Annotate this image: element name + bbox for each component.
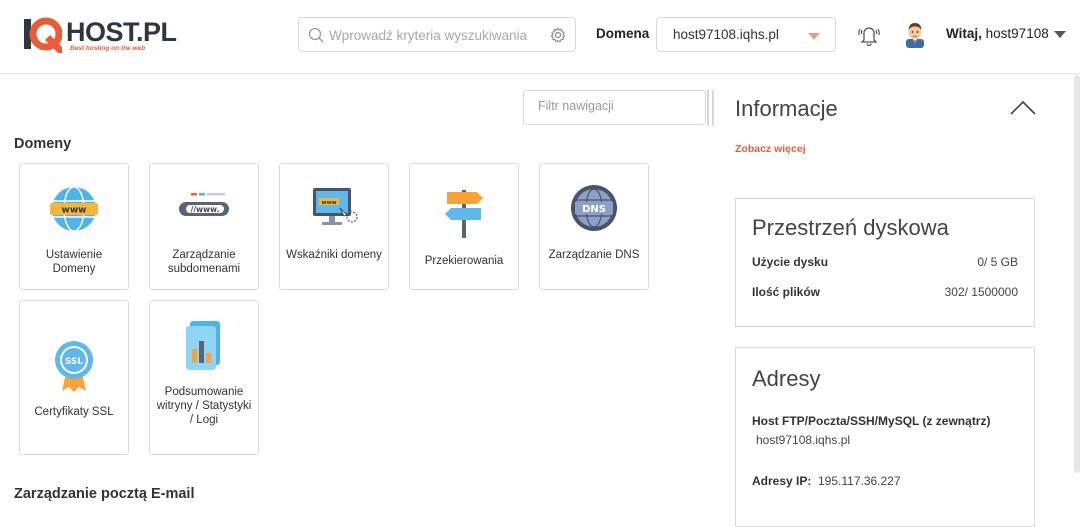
signpost-icon bbox=[445, 190, 483, 238]
file-count-label: Ilość plików bbox=[752, 285, 821, 299]
greeting-bold: Witaj, bbox=[946, 26, 982, 41]
tile-dns-management[interactable]: DNS Zarządzanie DNS bbox=[539, 163, 649, 290]
nav-filter-box[interactable] bbox=[523, 90, 706, 125]
disk-space-card: Przestrzeń dyskowa Użycie dysku 0/ 5 GB … bbox=[735, 198, 1035, 327]
section-title-domains: Domeny bbox=[14, 136, 72, 152]
tile-label: Zarządzanie DNS bbox=[548, 249, 640, 261]
tile-label: Podsumowanie witryny / Statystyki / Logi bbox=[156, 386, 252, 426]
user-menu-chevron-icon[interactable] bbox=[1054, 31, 1066, 38]
host-label: Host FTP/Poczta/SSH/MySQL (z zewnątrz) bbox=[752, 414, 991, 428]
domain-select[interactable]: host97108.iqhs.pl bbox=[656, 17, 836, 52]
panel-splitter-handle[interactable] bbox=[707, 90, 715, 126]
logo-text: HOST.PL bbox=[66, 17, 177, 47]
avatar[interactable] bbox=[902, 20, 928, 48]
tile-label: Zarządzanie subdomenami bbox=[167, 249, 241, 275]
svg-text:www: www bbox=[62, 206, 87, 216]
ip-label: Adresy IP: bbox=[752, 474, 812, 488]
domain-label: Domena bbox=[596, 26, 650, 41]
info-panel-title: Informacje bbox=[735, 96, 838, 121]
svg-text:SSL: SSL bbox=[65, 357, 84, 367]
bell-icon[interactable] bbox=[856, 22, 882, 48]
tile-subdomains[interactable]: //www. Zarządzanie subdomenami bbox=[149, 163, 259, 290]
addresses-card: Adresy Host FTP/Poczta/SSH/MySQL (z zewn… bbox=[735, 347, 1035, 527]
scrollbar[interactable] bbox=[1074, 75, 1080, 473]
nav-filter-input[interactable] bbox=[538, 99, 698, 113]
www-address-bar-icon: //www. bbox=[179, 193, 229, 216]
tile-label: Wskaźniki domeny bbox=[286, 249, 382, 261]
chevron-up-icon[interactable] bbox=[1009, 100, 1037, 116]
tile-redirects[interactable]: Przekierowania bbox=[409, 163, 519, 290]
username: host97108 bbox=[985, 26, 1049, 41]
disk-usage-value: 0/ 5 GB bbox=[977, 255, 1018, 269]
addresses-card-title: Adresy bbox=[752, 366, 821, 391]
dns-globe-icon: DNS bbox=[571, 185, 617, 231]
tile-label: Przekierowania bbox=[424, 255, 504, 267]
tile-ssl-certificates[interactable]: SSL Certyfikaty SSL bbox=[19, 300, 129, 455]
disk-usage-label: Użycie dysku bbox=[752, 255, 829, 269]
gear-icon[interactable] bbox=[550, 27, 566, 43]
www-globe-icon: www bbox=[50, 186, 98, 232]
ssl-badge-icon: SSL bbox=[55, 341, 93, 392]
tile-domain-pointers[interactable]: www Wskaźniki domeny bbox=[279, 163, 389, 290]
logo[interactable]: HOST.PL Best hosting on the web bbox=[24, 15, 204, 55]
file-count-value: 302/ 1500000 bbox=[944, 285, 1018, 299]
top-header: HOST.PL Best hosting on the web Domena h… bbox=[0, 0, 1080, 74]
user-greeting[interactable]: Witaj, host97108 bbox=[946, 26, 1049, 41]
svg-text:DNS: DNS bbox=[582, 204, 606, 215]
tile-label: Ustawienie Domeny bbox=[45, 249, 103, 275]
disk-card-title: Przestrzeń dyskowa bbox=[752, 215, 949, 240]
logo-tagline: Best hosting on the web bbox=[70, 45, 146, 52]
statistics-chart-icon bbox=[186, 321, 220, 370]
svg-text://www.: //www. bbox=[191, 205, 220, 214]
tile-site-statistics[interactable]: Podsumowanie witryny / Statystyki / Logi bbox=[149, 300, 259, 455]
ip-value: 195.117.36.227 bbox=[818, 474, 901, 488]
search-input[interactable] bbox=[329, 25, 539, 45]
host-value: host97108.iqhs.pl bbox=[756, 433, 851, 447]
search-box[interactable] bbox=[298, 17, 576, 52]
svg-text:www: www bbox=[321, 200, 336, 206]
chevron-down-icon bbox=[808, 33, 820, 40]
domain-select-value: host97108.iqhs.pl bbox=[673, 27, 779, 42]
see-more-link[interactable]: Zobacz więcej bbox=[735, 143, 806, 155]
section-title-email: Zarządzanie pocztą E-mail bbox=[14, 486, 195, 502]
iq-logo-icon bbox=[24, 17, 62, 53]
tile-label: Certyfikaty SSL bbox=[34, 406, 114, 418]
search-icon bbox=[308, 27, 324, 43]
tile-domain-settings[interactable]: www Ustawienie Domeny bbox=[19, 163, 129, 290]
monitor-www-icon: www bbox=[313, 188, 358, 225]
